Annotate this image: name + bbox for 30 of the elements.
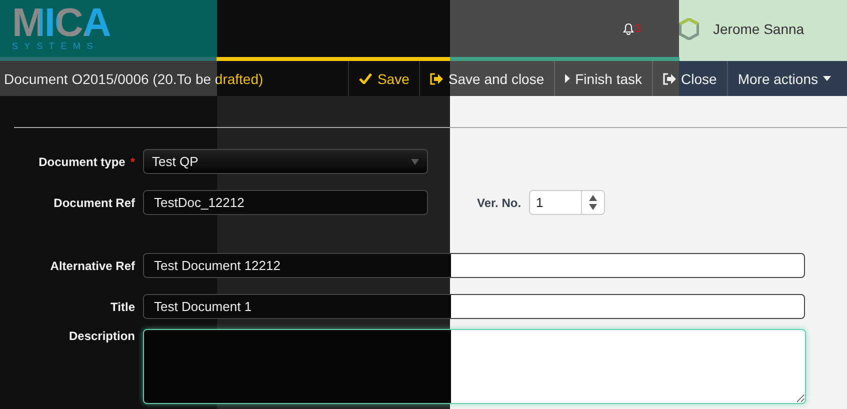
field-label: Ver. No. [477, 196, 522, 210]
bell-icon[interactable] [622, 22, 634, 34]
play-icon [565, 74, 570, 83]
description-field[interactable] [143, 329, 806, 404]
finish-button[interactable]: Finish task [554, 61, 652, 96]
save-button[interactable]: Save [348, 61, 420, 96]
check-icon [359, 73, 372, 84]
exit-icon [430, 72, 444, 84]
field-label: Title [110, 300, 135, 314]
document-type-select[interactable]: Test QP [143, 149, 428, 174]
more-actions-button[interactable]: More actions [726, 61, 841, 96]
input-field[interactable]: TestDoc_12212 [143, 190, 428, 215]
field-label: Description [68, 329, 135, 343]
caret-icon [823, 76, 831, 81]
field-label: Alternative Ref [50, 258, 135, 272]
up-arrow-icon[interactable] [589, 195, 598, 201]
number-field[interactable]: 1 [529, 190, 606, 215]
close-button[interactable]: Close [652, 61, 727, 96]
user-name[interactable]: Jerome Sanna [713, 20, 804, 36]
input-field[interactable]: Test Document 12212 [143, 253, 805, 278]
save-close-button[interactable]: Save and close [419, 61, 554, 96]
notification-count: 3 [634, 22, 641, 34]
caret-icon [411, 158, 419, 164]
logo-tagline: SYSTEMS [12, 41, 100, 51]
input-field[interactable]: Test Document 1 [143, 294, 805, 319]
down-arrow-icon[interactable] [589, 204, 598, 210]
field-label: Document type [38, 154, 126, 168]
field-label: Document Ref [54, 196, 135, 210]
exit-icon [663, 72, 676, 84]
required-marker: * [130, 154, 135, 168]
